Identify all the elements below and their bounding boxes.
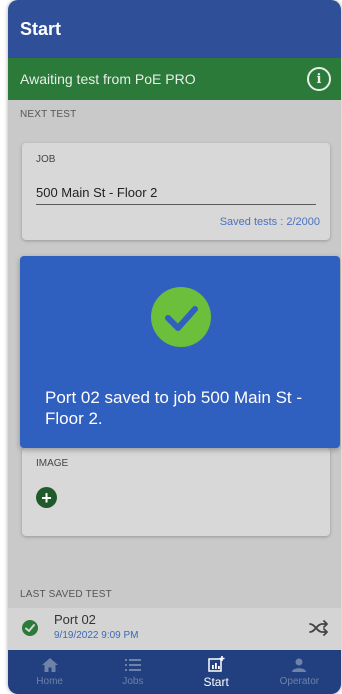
person-icon [292, 658, 307, 672]
add-image-icon[interactable]: + [36, 487, 57, 508]
info-icon[interactable]: i [307, 67, 331, 91]
shuffle-icon[interactable] [309, 620, 329, 636]
nav-home-label: Home [36, 676, 63, 687]
next-test-label: NEXT TEST [20, 109, 77, 120]
check-circle-icon [151, 287, 211, 347]
status-text: Awaiting test from PoE PRO [20, 71, 196, 87]
confirmation-message: Port 02 saved to job 500 Main St - Floor… [45, 388, 303, 428]
nav-jobs[interactable]: Jobs [91, 650, 174, 694]
saved-tests-count: Saved tests : 2/2000 [219, 216, 320, 228]
last-saved-port: Port 02 [54, 612, 96, 627]
last-saved-row[interactable]: Port 02 9/19/2022 9:09 PM [8, 608, 341, 650]
image-label: IMAGE [36, 458, 69, 469]
saved-check-icon [22, 620, 38, 636]
nav-start-label: Start [203, 674, 229, 689]
last-saved-date: 9/19/2022 9:09 PM [54, 630, 139, 641]
job-select-field[interactable]: 500 Main St - Floor 2 [36, 185, 316, 205]
list-icon [124, 659, 141, 671]
job-card: JOB 500 Main St - Floor 2 Saved tests : … [22, 143, 330, 240]
phone-frame: Start Awaiting test from PoE PRO i NEXT … [8, 0, 341, 694]
last-saved-label: LAST SAVED TEST [20, 589, 112, 600]
status-bar: Awaiting test from PoE PRO i [8, 58, 341, 100]
nav-home[interactable]: Home [8, 650, 91, 694]
home-icon [41, 658, 58, 672]
job-label: JOB [36, 154, 56, 165]
nav-operator-label: Operator [279, 676, 320, 687]
bottom-nav: Home Jobs Start Operator [8, 650, 341, 694]
image-card: IMAGE + [22, 448, 330, 536]
nav-operator[interactable]: Operator [258, 650, 341, 694]
chart-add-icon [208, 655, 225, 672]
app-screen: Start Awaiting test from PoE PRO i NEXT … [8, 0, 341, 694]
nav-jobs-label: Jobs [122, 676, 144, 687]
nav-start[interactable]: Start [175, 650, 258, 694]
page-title: Start [20, 18, 62, 39]
saved-confirmation-dialog[interactable]: Port 02 saved to job 500 Main St - Floor… [20, 256, 340, 448]
app-header: Start [8, 0, 341, 58]
